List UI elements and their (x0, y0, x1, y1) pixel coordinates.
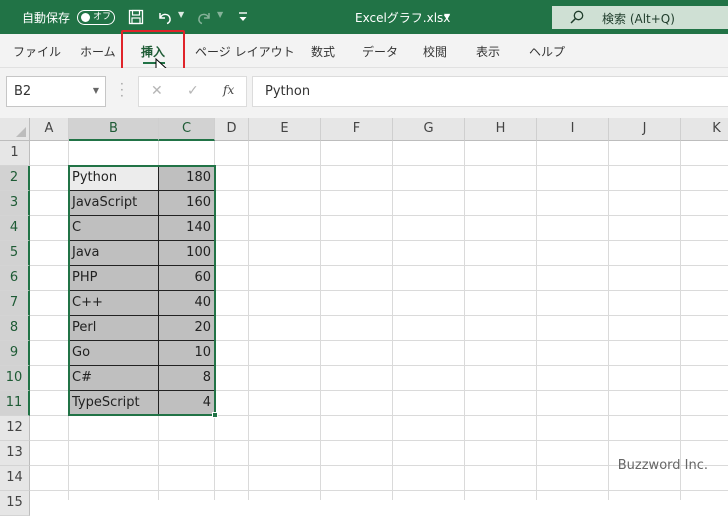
row-header-5[interactable]: 5 (0, 241, 30, 266)
cell-c8[interactable]: 20 (159, 316, 215, 341)
autosave-state: オフ (93, 12, 112, 22)
title-bar: 自動保存 オフ ▼ ▼ Excelグラフ.xlsx ▼ 検索 (Alt+Q) (0, 0, 728, 34)
undo-dropdown-icon[interactable]: ▼ (178, 10, 184, 19)
column-header-d[interactable]: D (215, 118, 249, 141)
formula-buttons: ✕ ✓ fx (138, 76, 247, 107)
column-header-j[interactable]: J (609, 118, 681, 141)
cell-c5[interactable]: 100 (159, 241, 215, 266)
tab-formulas[interactable]: 数式 (311, 43, 335, 60)
row-header-3[interactable]: 3 (0, 191, 30, 216)
row-header-9[interactable]: 9 (0, 341, 30, 366)
redo-icon[interactable] (196, 8, 214, 26)
row-header-15[interactable]: 15 (0, 491, 30, 516)
row-header-2[interactable]: 2 (0, 166, 30, 191)
cell-c4[interactable]: 140 (159, 216, 215, 241)
gridline (608, 141, 609, 500)
ribbon-tabs: ファイル ホーム 挿入 ページ レイアウト 数式 データ 校閲 表示 ヘルプ (0, 34, 728, 68)
cell-b6[interactable]: PHP (69, 266, 159, 291)
gridline (248, 141, 249, 500)
insert-function-icon[interactable]: fx (223, 83, 234, 97)
row-header-1[interactable]: 1 (0, 141, 30, 166)
search-icon (570, 10, 584, 24)
column-header-h[interactable]: H (465, 118, 537, 141)
column-header-a[interactable]: A (30, 118, 69, 141)
file-title[interactable]: Excelグラフ.xlsx (355, 9, 450, 26)
redo-dropdown-icon[interactable]: ▼ (217, 10, 223, 19)
cell-b3[interactable]: JavaScript (69, 191, 159, 216)
formula-value: Python (265, 84, 311, 99)
row-header-14[interactable]: 14 (0, 466, 30, 491)
row-header-13[interactable]: 13 (0, 441, 30, 466)
tab-help[interactable]: ヘルプ (529, 43, 565, 60)
row-header-11[interactable]: 11 (0, 391, 30, 416)
name-box-value: B2 (14, 84, 32, 99)
cell-c7[interactable]: 40 (159, 291, 215, 316)
cell-c9[interactable]: 10 (159, 341, 215, 366)
row-header-12[interactable]: 12 (0, 416, 30, 441)
row-header-8[interactable]: 8 (0, 316, 30, 341)
column-header-c[interactable]: C (159, 118, 215, 141)
search-placeholder: 検索 (Alt+Q) (602, 12, 675, 26)
column-header-g[interactable]: G (393, 118, 465, 141)
select-all-button[interactable] (0, 118, 30, 141)
formula-input[interactable]: Python (252, 76, 728, 107)
row-header-10[interactable]: 10 (0, 366, 30, 391)
column-header-e[interactable]: E (249, 118, 321, 141)
fill-handle[interactable] (212, 412, 218, 418)
gridline (464, 141, 465, 500)
name-box[interactable]: B2 ▼ (6, 76, 106, 107)
column-header-b[interactable]: B (69, 118, 159, 141)
tab-file[interactable]: ファイル (13, 43, 61, 60)
cell-b5[interactable]: Java (69, 241, 159, 266)
enter-icon[interactable]: ✓ (187, 83, 199, 99)
tab-view[interactable]: 表示 (476, 43, 500, 60)
gridline (30, 440, 728, 441)
cell-b4[interactable]: C (69, 216, 159, 241)
gridline (680, 141, 681, 500)
gridline (392, 141, 393, 500)
insert-tab-highlight (121, 30, 185, 72)
column-header-i[interactable]: I (537, 118, 609, 141)
customize-toolbar-icon[interactable] (234, 8, 252, 26)
tab-home[interactable]: ホーム (80, 43, 116, 60)
cell-b10[interactable]: C# (69, 366, 159, 391)
cell-b7[interactable]: C++ (69, 291, 159, 316)
save-icon[interactable] (127, 8, 145, 26)
autosave-toggle[interactable]: オフ (77, 10, 115, 25)
formula-bar-resize-handle[interactable]: · · · (120, 78, 124, 102)
cell-b2[interactable]: Python (69, 166, 159, 191)
row-header-4[interactable]: 4 (0, 216, 30, 241)
cell-b11[interactable]: TypeScript (69, 391, 159, 416)
cancel-icon[interactable]: ✕ (151, 83, 163, 99)
cell-c2[interactable]: 180 (159, 166, 215, 191)
undo-icon[interactable] (155, 8, 173, 26)
tab-page-layout[interactable]: ページ レイアウト (195, 43, 295, 60)
title-dropdown-icon[interactable]: ▼ (444, 12, 450, 21)
autosave-label: 自動保存 (22, 11, 71, 25)
gridline (320, 141, 321, 500)
gridline (536, 141, 537, 500)
name-box-dropdown-icon[interactable]: ▼ (93, 86, 99, 95)
row-header-6[interactable]: 6 (0, 266, 30, 291)
watermark: Buzzword Inc. (617, 458, 708, 473)
column-header-k[interactable]: K (681, 118, 728, 141)
gridline (30, 490, 728, 491)
cell-b9[interactable]: Go (69, 341, 159, 366)
tab-review[interactable]: 校閲 (423, 43, 447, 60)
cell-b8[interactable]: Perl (69, 316, 159, 341)
column-header-f[interactable]: F (321, 118, 393, 141)
tab-data[interactable]: データ (362, 43, 398, 60)
formula-bar: B2 ▼ · · · ✕ ✓ fx Python (0, 68, 728, 118)
toggle-knob (81, 13, 90, 22)
cell-c10[interactable]: 8 (159, 366, 215, 391)
search-box[interactable]: 検索 (Alt+Q) (552, 6, 728, 29)
cell-c11[interactable]: 4 (159, 391, 215, 416)
cell-c3[interactable]: 160 (159, 191, 215, 216)
cell-c6[interactable]: 60 (159, 266, 215, 291)
row-header-7[interactable]: 7 (0, 291, 30, 316)
